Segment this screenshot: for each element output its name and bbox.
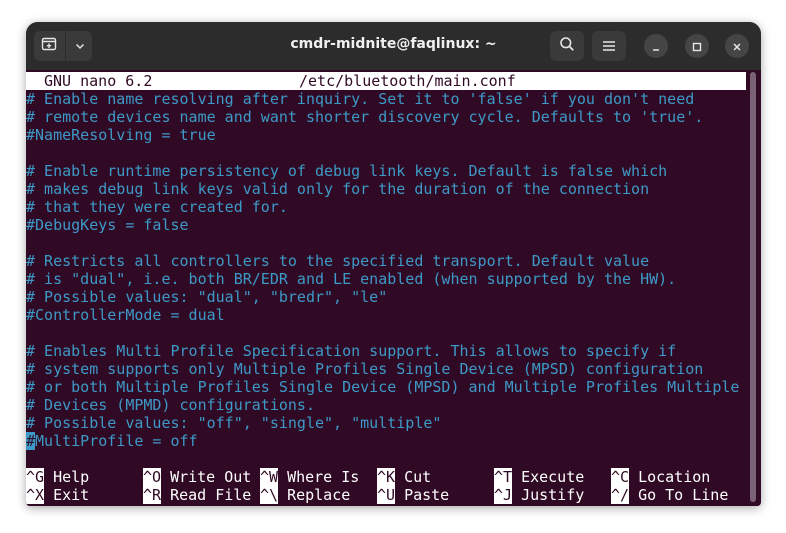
shortcut-row: ^X Exit ^R Read File ^\ Replace ^U Paste ^J J… <box>26 486 746 504</box>
editor-line: #DebugKeys = false <box>26 216 189 234</box>
tab-menu-button[interactable] <box>65 31 92 61</box>
new-tab-icon <box>41 36 57 56</box>
shortcut-label: Execute <box>521 468 585 486</box>
shortcut-justify[interactable]: ^J Justify <box>494 486 584 504</box>
shortcut-label: Where Is <box>287 468 360 486</box>
main-menu-button[interactable] <box>592 31 626 61</box>
search-button[interactable] <box>550 31 584 61</box>
shortcut-label: Help <box>53 468 90 486</box>
editor-line: # Enables Multi Profile Specification su… <box>26 342 677 360</box>
shortcut-key: ^U <box>377 486 396 504</box>
shortcut-label: Paste <box>404 486 450 504</box>
shortcut-where-is[interactable]: ^W Where Is <box>260 468 359 486</box>
editor-content[interactable]: # Enable name resolving after inquiry. S… <box>26 90 746 450</box>
maximize-button[interactable] <box>685 34 709 58</box>
editor-line: # is "dual", i.e. both BR/EDR and LE ena… <box>26 270 677 288</box>
shortcut-label: Location <box>638 468 711 486</box>
shortcut-label: Exit <box>53 486 90 504</box>
shortcut-key: ^K <box>377 468 396 486</box>
new-tab-split-button <box>34 31 92 61</box>
shortcut-label: Go To Line <box>638 486 729 504</box>
editor-line: # Enable runtime persistency of debug li… <box>26 162 668 180</box>
editor-line: # makes debug link keys valid only for t… <box>26 180 650 198</box>
editor-line: # Enable name resolving after inquiry. S… <box>26 90 695 108</box>
nano-version: GNU nano 6.2 <box>44 72 153 90</box>
shortcut-key: ^\ <box>260 486 279 504</box>
minimize-button[interactable] <box>644 34 668 58</box>
editor-line: # Possible values: "dual", "bredr", "le" <box>26 288 388 306</box>
editor-line: # that they were created for. <box>26 198 288 216</box>
close-button[interactable] <box>725 34 749 58</box>
editor-line: # remote devices name and want shorter d… <box>26 108 704 126</box>
new-tab-button[interactable] <box>34 31 64 61</box>
shortcut-key: ^W <box>260 468 279 486</box>
shortcut-exit[interactable]: ^X Exit <box>26 486 89 504</box>
shortcut-row: ^G Help ^O Write Out ^W Where Is ^K Cut ^T Ex… <box>26 468 746 486</box>
shortcut-help[interactable]: ^G Help <box>26 468 89 486</box>
nano-header: GNU nano 6.2 /etc/bluetooth/main.conf <box>26 72 746 90</box>
shortcut-go-to-line[interactable]: ^/ Go To Line <box>611 486 728 504</box>
shortcut-key: ^O <box>143 468 162 486</box>
close-icon <box>732 37 742 56</box>
shortcut-label: Justify <box>521 486 585 504</box>
editor-line: #ControllerMode = dual <box>26 306 225 324</box>
shortcut-label: Write Out <box>170 468 252 486</box>
shortcut-key: ^T <box>494 468 513 486</box>
editor-line-current: #MultiProfile = off <box>26 432 746 450</box>
maximize-icon <box>692 37 702 56</box>
shortcut-key: ^/ <box>611 486 630 504</box>
shortcut-label: Replace <box>287 486 351 504</box>
shortcut-location[interactable]: ^C Location <box>611 468 710 486</box>
text-cursor: # <box>26 432 36 450</box>
hamburger-menu-icon <box>602 37 616 56</box>
terminal-area[interactable]: GNU nano 6.2 /etc/bluetooth/main.conf # … <box>26 70 761 506</box>
shortcut-cut[interactable]: ^K Cut <box>377 468 431 486</box>
shortcut-read-file[interactable]: ^R Read File <box>143 486 251 504</box>
shortcut-replace[interactable]: ^\ Replace <box>260 486 350 504</box>
shortcut-label: Read File <box>170 486 252 504</box>
search-icon <box>559 36 575 56</box>
minimize-icon <box>651 37 661 56</box>
scrollbar[interactable] <box>750 72 756 502</box>
shortcut-key: ^X <box>26 486 45 504</box>
cursor-line-text: MultiProfile = off <box>35 432 198 450</box>
shortcut-execute[interactable]: ^T Execute <box>494 468 584 486</box>
shortcut-key: ^G <box>26 468 45 486</box>
terminal-window: cmdr-midnite@faqlinux: ~ GNU nano 6.2 /e… <box>26 22 761 506</box>
editor-line: # or both Multiple Profiles Single Devic… <box>26 378 740 396</box>
editor-line: # Devices (MPMD) configurations. <box>26 396 315 414</box>
chevron-down-icon <box>74 37 86 56</box>
editor-line: # Restricts all controllers to the speci… <box>26 252 650 270</box>
title-bar: cmdr-midnite@faqlinux: ~ <box>26 22 761 70</box>
shortcut-write-out[interactable]: ^O Write Out <box>143 468 251 486</box>
editor-line: # system supports only Multiple Profiles… <box>26 360 704 378</box>
editor-line: # Possible values: "off", "single", "mul… <box>26 414 442 432</box>
nano-shortcuts: ^G Help ^O Write Out ^W Where Is ^K Cut ^T Ex… <box>26 468 746 504</box>
shortcut-key: ^C <box>611 468 630 486</box>
shortcut-paste[interactable]: ^U Paste <box>377 486 449 504</box>
shortcut-key: ^J <box>494 486 513 504</box>
editor-line: #NameResolving = true <box>26 126 216 144</box>
shortcut-label: Cut <box>404 468 432 486</box>
nano-filename: /etc/bluetooth/main.conf <box>299 72 516 90</box>
shortcut-key: ^R <box>143 486 162 504</box>
